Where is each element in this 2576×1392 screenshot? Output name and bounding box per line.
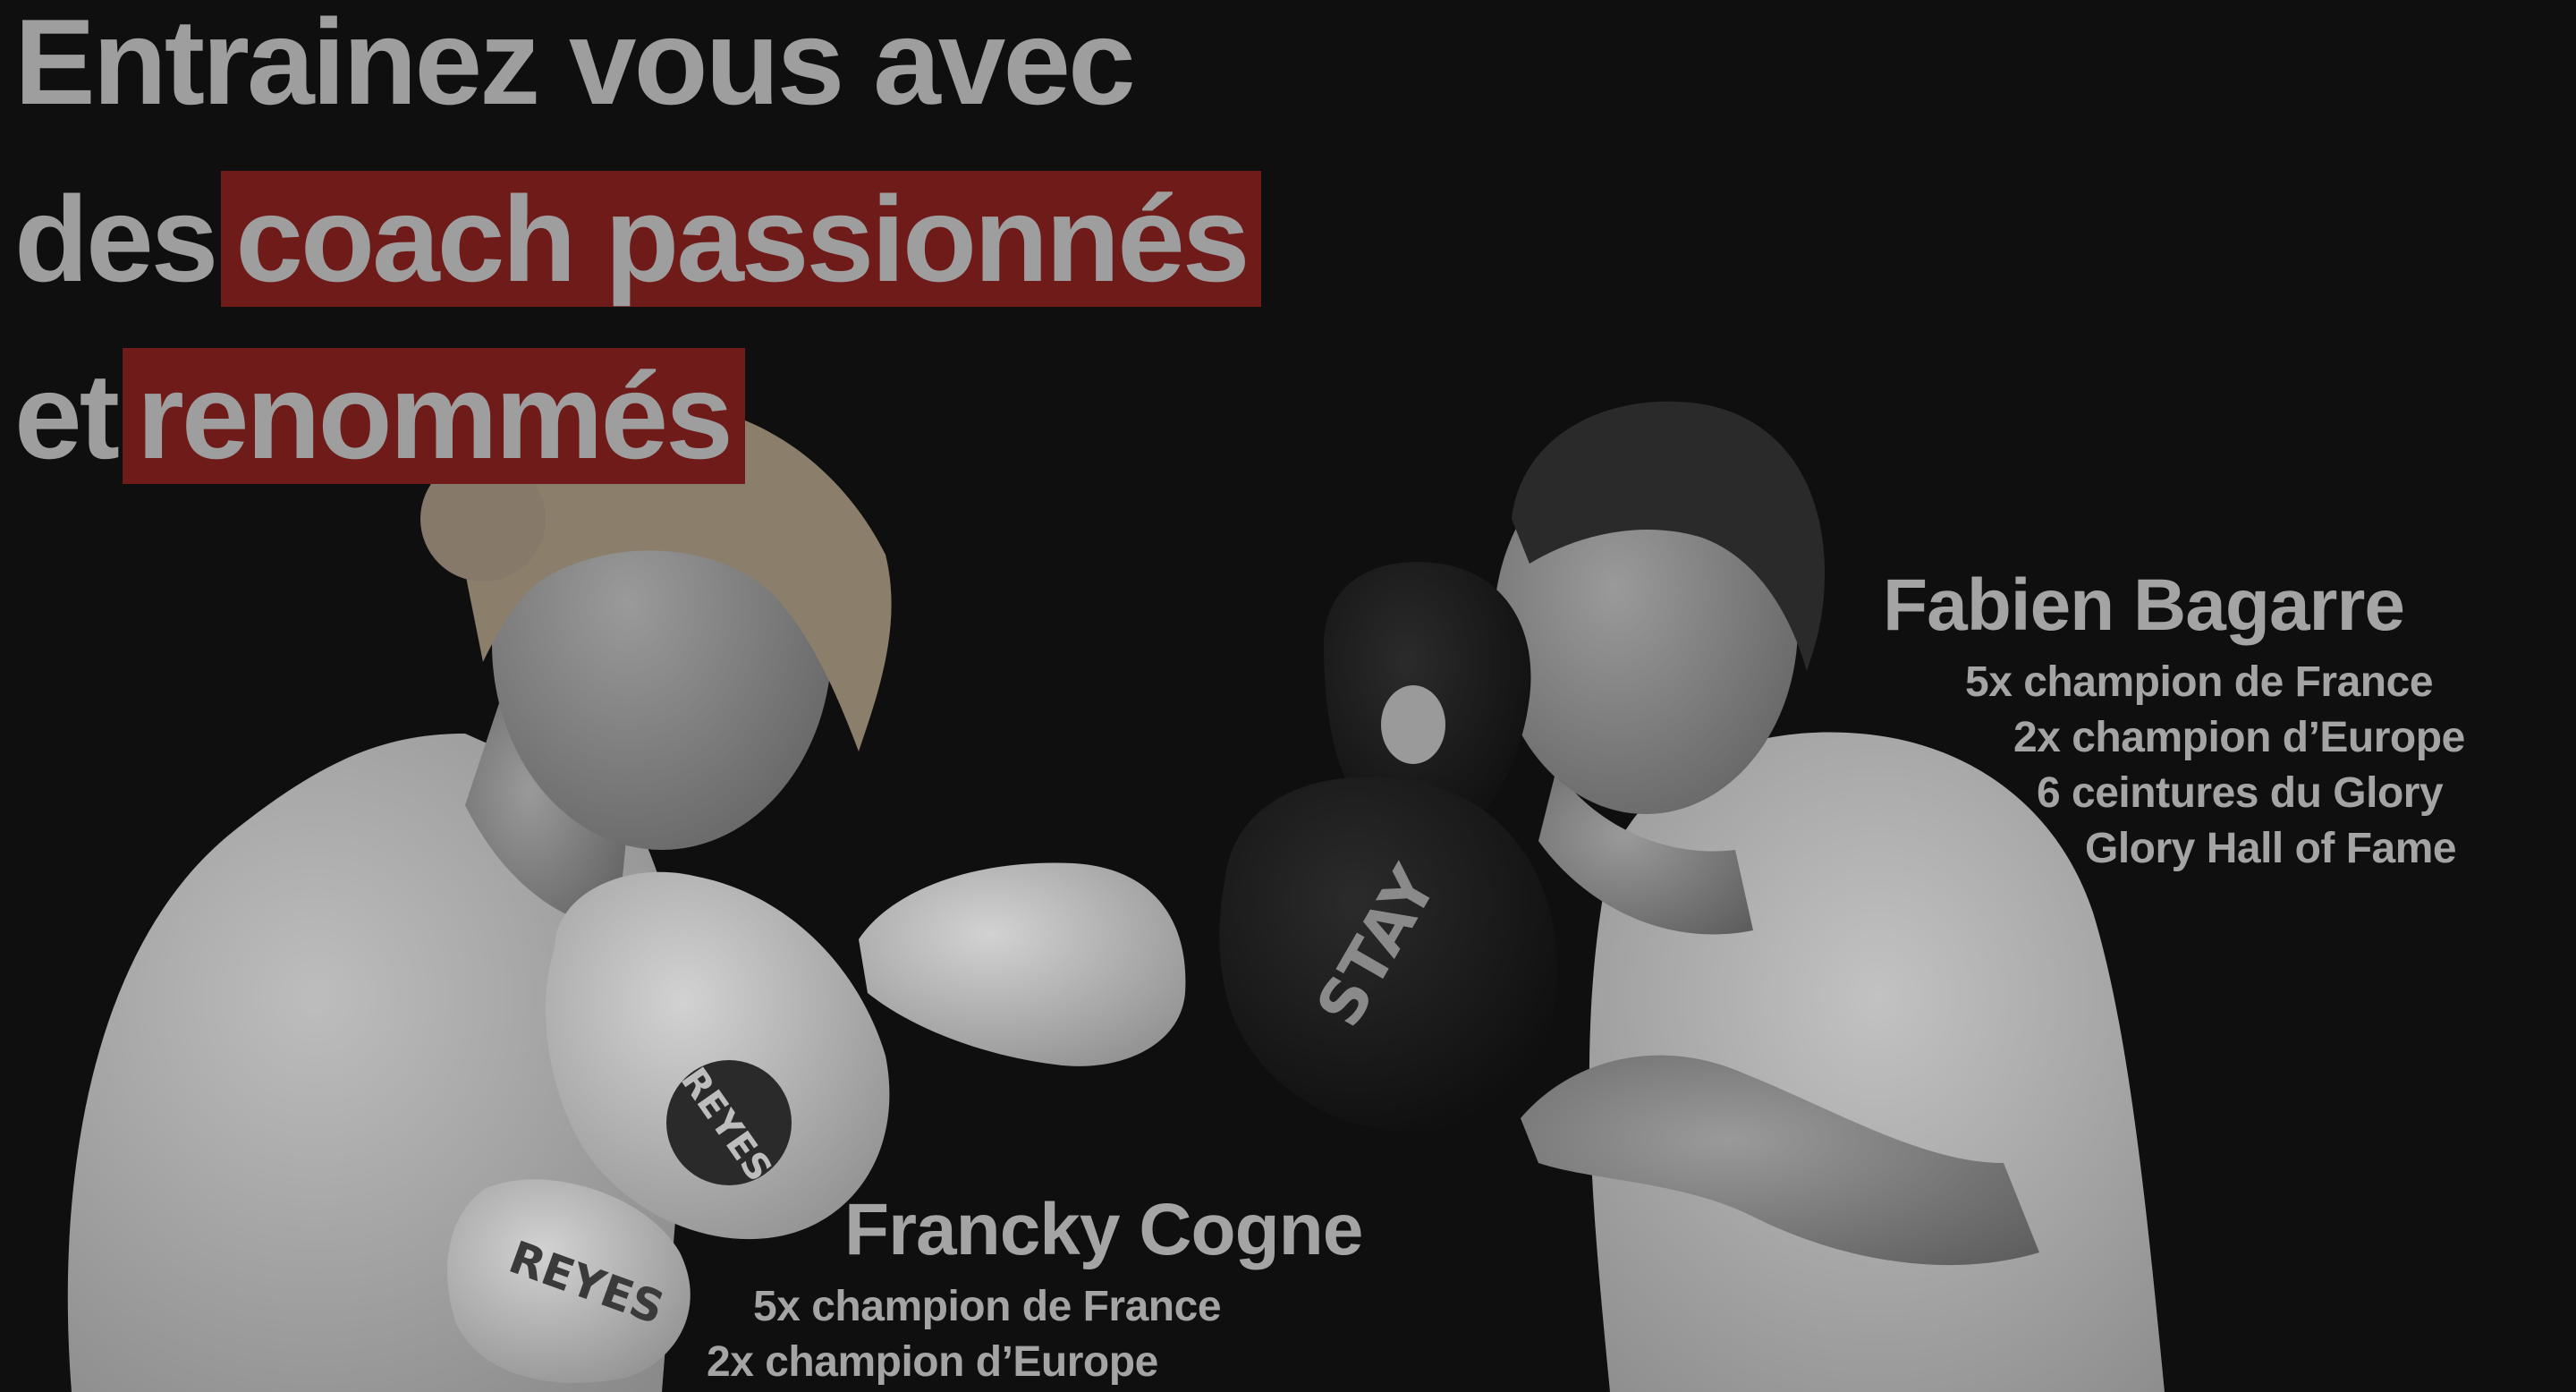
coach-title: 6 ceintures du Glory	[2037, 769, 2444, 817]
coach-card-francky: Francky Cogne 5x champion de France 2x c…	[698, 1188, 1467, 1390]
hero-section: REYES REYES STAY Entrainez vous avec des…	[0, 0, 2576, 1392]
coach-titles: 5x champion de France 2x champion d’Euro…	[698, 1279, 1467, 1390]
headline-highlight-passionate: coach passionnés	[221, 171, 1262, 307]
coach-title: 2x champion d’Europe	[707, 1338, 1158, 1386]
hero-headline: Entrainez vous avec des coach passionnés …	[14, 0, 1262, 505]
headline-line-2-prefix: des	[14, 171, 218, 307]
headline-line-3-prefix: et	[14, 348, 120, 484]
headline-line-1: Entrainez vous avec	[14, 0, 1136, 130]
coach-name: Francky Cogne	[844, 1189, 1363, 1270]
coach-title: 5x champion de France	[1965, 658, 2434, 706]
coach-title: Glory Hall of Fame	[2085, 825, 2457, 872]
coach-title: 5x champion de France	[753, 1283, 1222, 1330]
coach-title: 2x champion d’Europe	[2013, 714, 2465, 761]
headline-line-2: des coach passionnés	[14, 150, 1262, 327]
coach-card-fabien: Fabien Bagarre 5x champion de France 2x …	[1883, 564, 2527, 877]
headline-line-3: et renommés	[14, 327, 1261, 505]
coach-titles: 5x champion de France 2x champion d’Euro…	[1883, 655, 2527, 877]
headline-highlight-renowned: renommés	[122, 348, 745, 484]
coach-name: Fabien Bagarre	[1883, 564, 2405, 646]
